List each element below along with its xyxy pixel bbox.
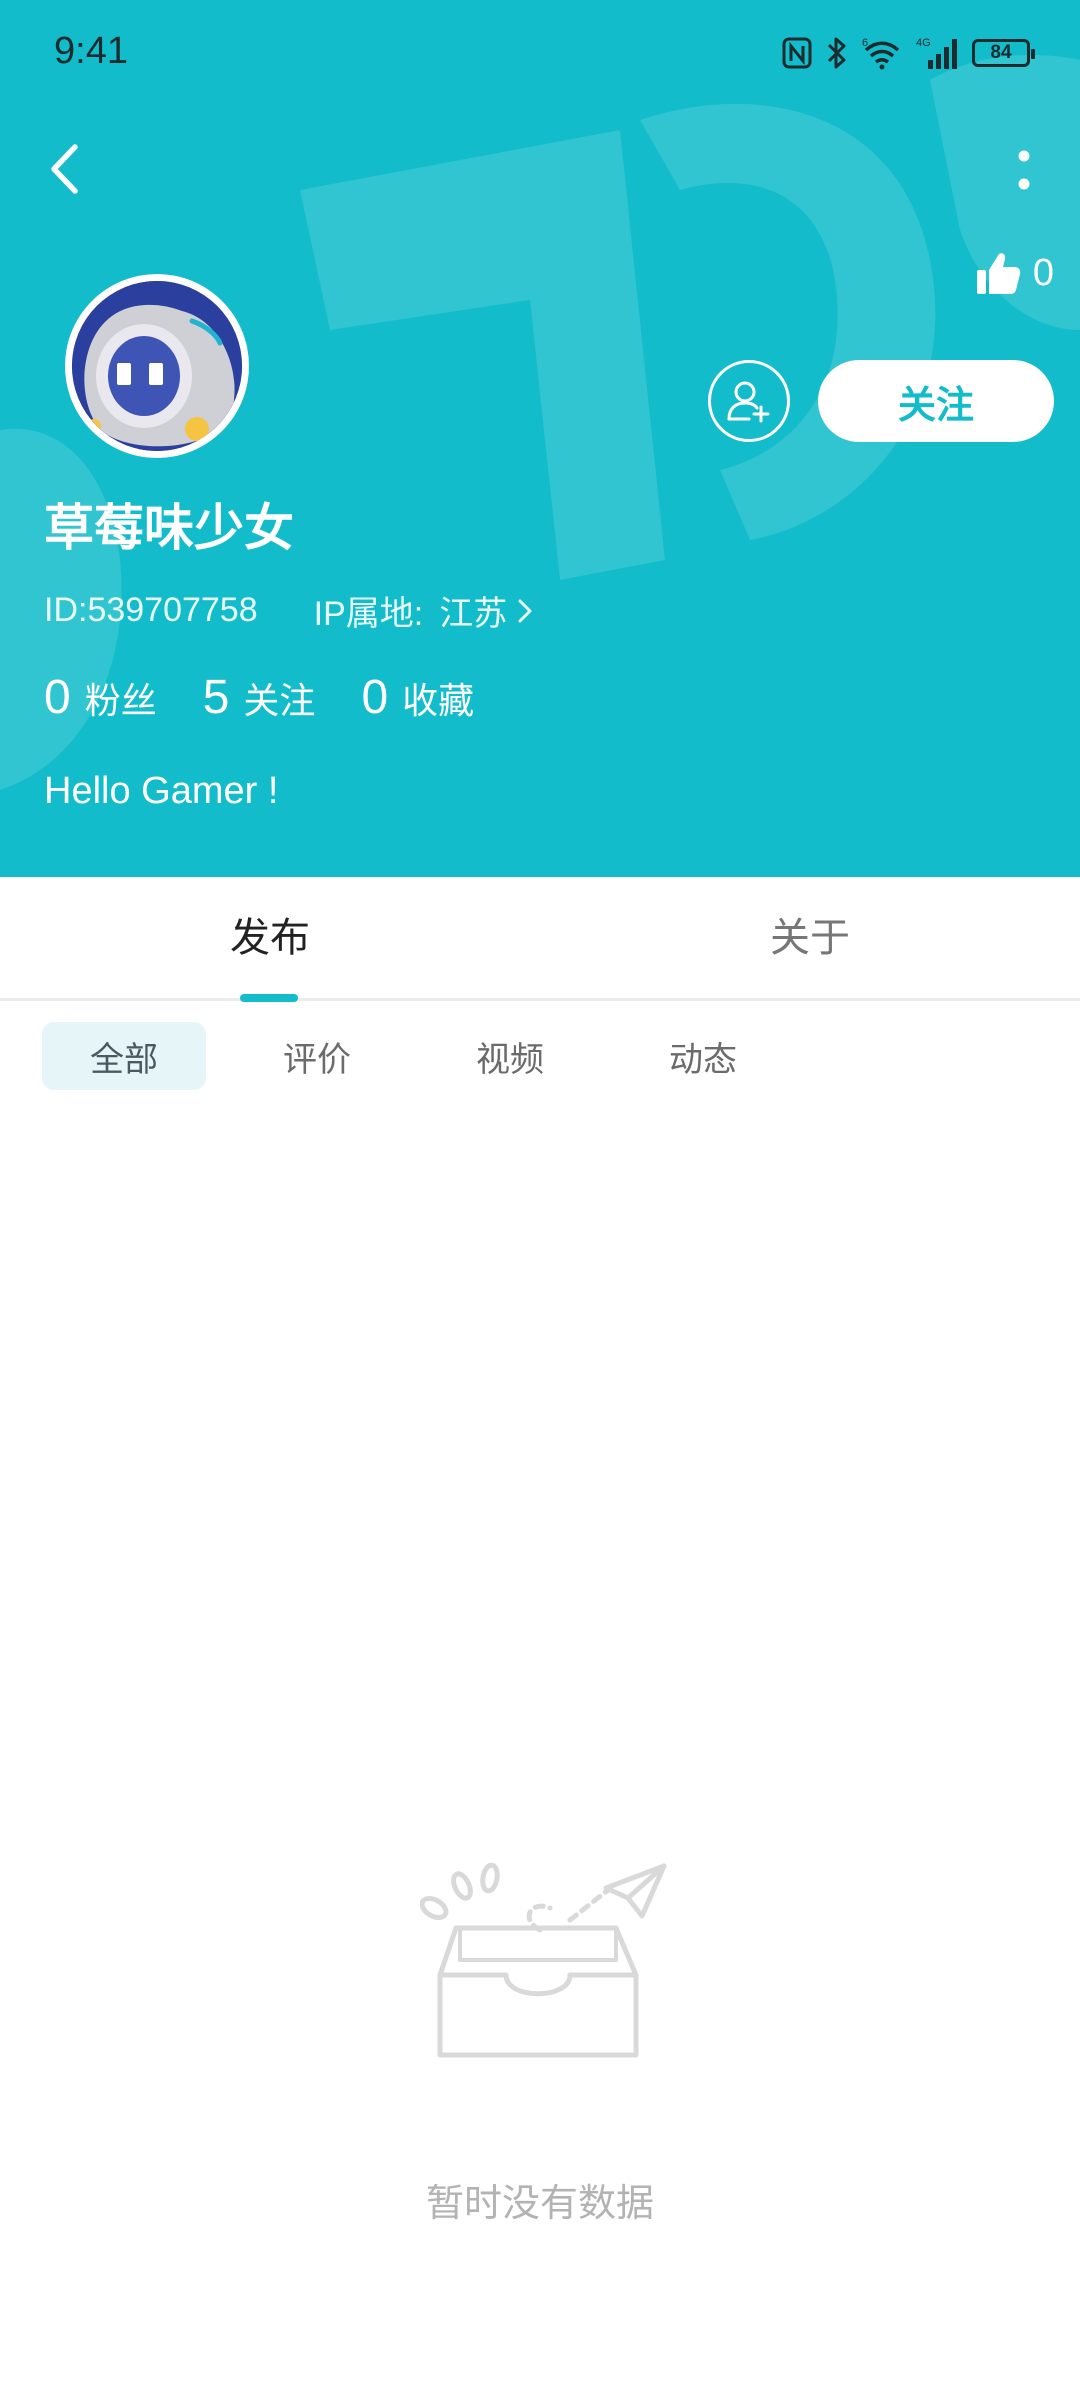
empty-box-icon [420, 1862, 667, 2058]
like-count: 0 [1032, 251, 1054, 294]
tab-about[interactable]: 关于 [730, 905, 890, 963]
stat-label: 关注 [243, 681, 316, 722]
avatar[interactable] [65, 274, 249, 458]
stat-label: 粉丝 [84, 681, 157, 722]
more-options-button[interactable] [1004, 140, 1044, 200]
filter-videos[interactable]: 视频 [428, 1022, 592, 1090]
status-icons: 6 4G 84 [782, 36, 1035, 70]
like-button[interactable]: 0 [975, 250, 1054, 296]
stat-favorites[interactable]: 0 收藏 [361, 670, 474, 725]
bio-text: Hello Gamer ! [44, 770, 279, 812]
content-tabs: 发布 关于 [0, 877, 1080, 1002]
more-vertical-icon [1018, 150, 1030, 190]
tab-publish[interactable]: 发布 [190, 905, 350, 963]
stat-value: 0 [361, 671, 389, 724]
ip-location-value: 江苏 [439, 594, 508, 634]
wifi-icon: 6 [862, 37, 900, 70]
filter-chips: 全部 评价 视频 动态 [42, 1022, 814, 1090]
filter-moments[interactable]: 动态 [621, 1022, 785, 1090]
stat-value: 5 [202, 671, 230, 724]
add-friend-button[interactable] [708, 360, 790, 442]
profile-stats: 0 粉丝 5 关注 0 收藏 [44, 670, 520, 725]
battery-indicator: 84 [972, 39, 1035, 67]
username: 草莓味少女 [44, 499, 294, 557]
network-type: 4G [916, 37, 931, 49]
ip-location-label: IP属地: [313, 595, 424, 633]
chevron-right-icon [518, 599, 532, 622]
thumbs-up-icon [976, 253, 1021, 294]
ip-location-link[interactable]: IP属地: 江苏 [314, 586, 534, 635]
stat-fans[interactable]: 0 粉丝 [44, 670, 157, 725]
nfc-icon [782, 37, 812, 69]
filter-all[interactable]: 全部 [42, 1022, 206, 1090]
follow-button[interactable]: 关注 [818, 360, 1054, 442]
filter-reviews[interactable]: 评价 [235, 1022, 399, 1090]
add-user-icon [727, 381, 770, 423]
profile-meta: ID:539707758 IP属地: 江苏 [44, 586, 533, 635]
active-tab-indicator [240, 994, 298, 1002]
stat-following[interactable]: 5 关注 [203, 670, 316, 725]
avatar-image [72, 281, 242, 451]
cellular-signal-icon: 4G [916, 37, 957, 69]
bluetooth-icon [827, 37, 846, 69]
stat-label: 收藏 [402, 681, 475, 722]
status-time: 9:41 [54, 30, 128, 72]
profile-header: 9:41 6 4G 84 0 关注 草莓味少女 ID:539707758 IP属… [0, 0, 1080, 877]
back-button[interactable] [38, 136, 90, 202]
stat-value: 0 [44, 671, 71, 724]
empty-state-text: 暂时没有数据 [425, 2181, 654, 2225]
robot-avatar-icon [72, 281, 242, 451]
user-id: ID:539707758 [44, 591, 258, 629]
chevron-left-icon [51, 144, 78, 194]
